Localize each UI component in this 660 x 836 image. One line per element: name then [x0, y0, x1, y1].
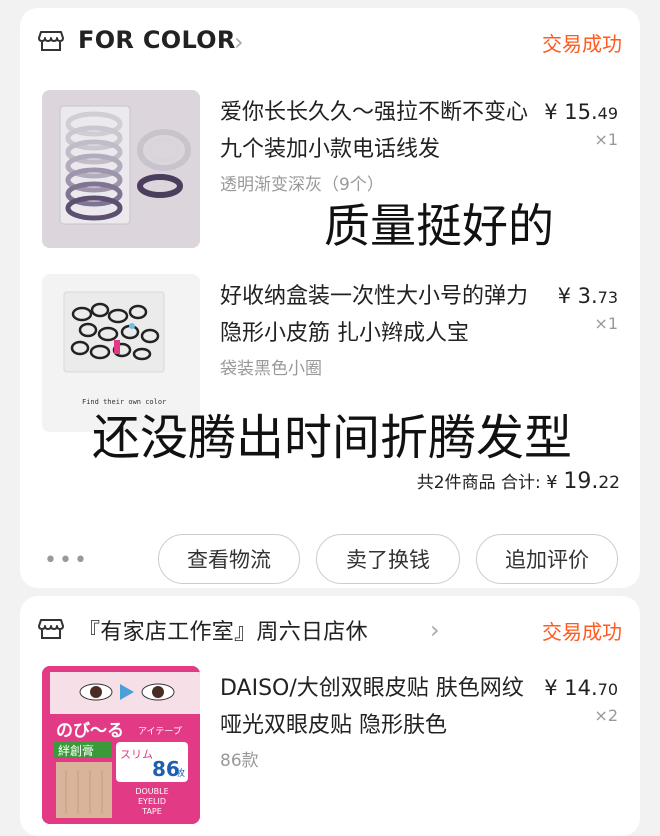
product-variant: 袋装黑色小圈: [220, 359, 322, 379]
product-quantity: ×1: [594, 314, 618, 333]
view-logistics-button[interactable]: 查看物流: [158, 534, 300, 584]
order-card-2: 『有家店工作室』周六日店休 › 交易成功 のび〜る アイテープ 絆創膏 スリム …: [20, 596, 640, 836]
shop-header[interactable]: 『有家店工作室』周六日店休 › 交易成功: [20, 596, 640, 664]
svg-text:アイテープ: アイテープ: [138, 726, 182, 737]
product-title[interactable]: DAISO/大创双眼皮贴 肤色网纹哑光双眼皮贴 隐形肤色: [220, 670, 540, 744]
chevron-right-icon[interactable]: ›: [430, 616, 440, 644]
order-item[interactable]: のび〜る アイテープ 絆創膏 スリム 86 枚 DOUBLE EYELID TA…: [20, 666, 640, 836]
product-title[interactable]: 好收纳盒装一次性大小号的弹力隐形小皮筋 扎小辫成人宝: [220, 278, 540, 352]
overlay-comment: 还没腾出时间折腾发型: [92, 410, 573, 466]
shop-name[interactable]: FOR COLOR: [78, 26, 236, 54]
shop-name[interactable]: 『有家店工作室』周六日店休: [78, 614, 368, 646]
order-summary: 共2件商品 合计: ¥ 19.22: [417, 468, 620, 494]
svg-text:スリム: スリム: [120, 748, 153, 761]
more-options-icon[interactable]: •••: [44, 548, 89, 573]
product-quantity: ×2: [594, 706, 618, 725]
shop-icon: [38, 31, 64, 51]
overlay-comment: 质量挺好的: [324, 199, 554, 253]
svg-text:TAPE: TAPE: [141, 807, 162, 816]
product-variant: 86款: [220, 751, 259, 771]
resell-button[interactable]: 卖了换钱: [316, 534, 460, 584]
order-card-1: FOR COLOR › 交易成功 爱你长长久久～强拉不断不变心 九个装加小款电话…: [20, 8, 640, 588]
eyelid-tape-package-image: のび〜る アイテープ 絆創膏 スリム 86 枚 DOUBLE EYELID TA…: [42, 666, 200, 824]
add-review-button[interactable]: 追加评价: [476, 534, 618, 584]
summary-total: ¥ 19.22: [546, 469, 620, 494]
shop-icon: [38, 619, 64, 639]
svg-text:枚: 枚: [176, 767, 185, 779]
svg-text:絆創膏: 絆創膏: [58, 743, 94, 758]
product-title[interactable]: 爱你长长久久～强拉不断不变心 九个装加小款电话线发: [220, 94, 540, 168]
product-price: ¥ 14.70: [544, 676, 618, 700]
product-thumbnail[interactable]: [42, 90, 200, 248]
product-quantity: ×1: [594, 130, 618, 149]
product-price: ¥ 15.49: [544, 100, 618, 124]
order-status: 交易成功: [542, 620, 622, 644]
hair-tie-box-image: [42, 90, 200, 248]
chevron-right-icon[interactable]: ›: [234, 28, 244, 56]
product-thumbnail[interactable]: のび〜る アイテープ 絆創膏 スリム 86 枚 DOUBLE EYELID TA…: [42, 666, 200, 824]
product-price: ¥ 3.73: [557, 284, 618, 308]
shop-header[interactable]: FOR COLOR › 交易成功: [20, 8, 640, 76]
svg-text:DOUBLE: DOUBLE: [135, 787, 168, 796]
package-logo: のび〜る: [56, 721, 124, 741]
svg-text:EYELID: EYELID: [138, 797, 166, 806]
order-status: 交易成功: [542, 32, 622, 56]
summary-count: 共2件商品 合计:: [416, 473, 541, 493]
